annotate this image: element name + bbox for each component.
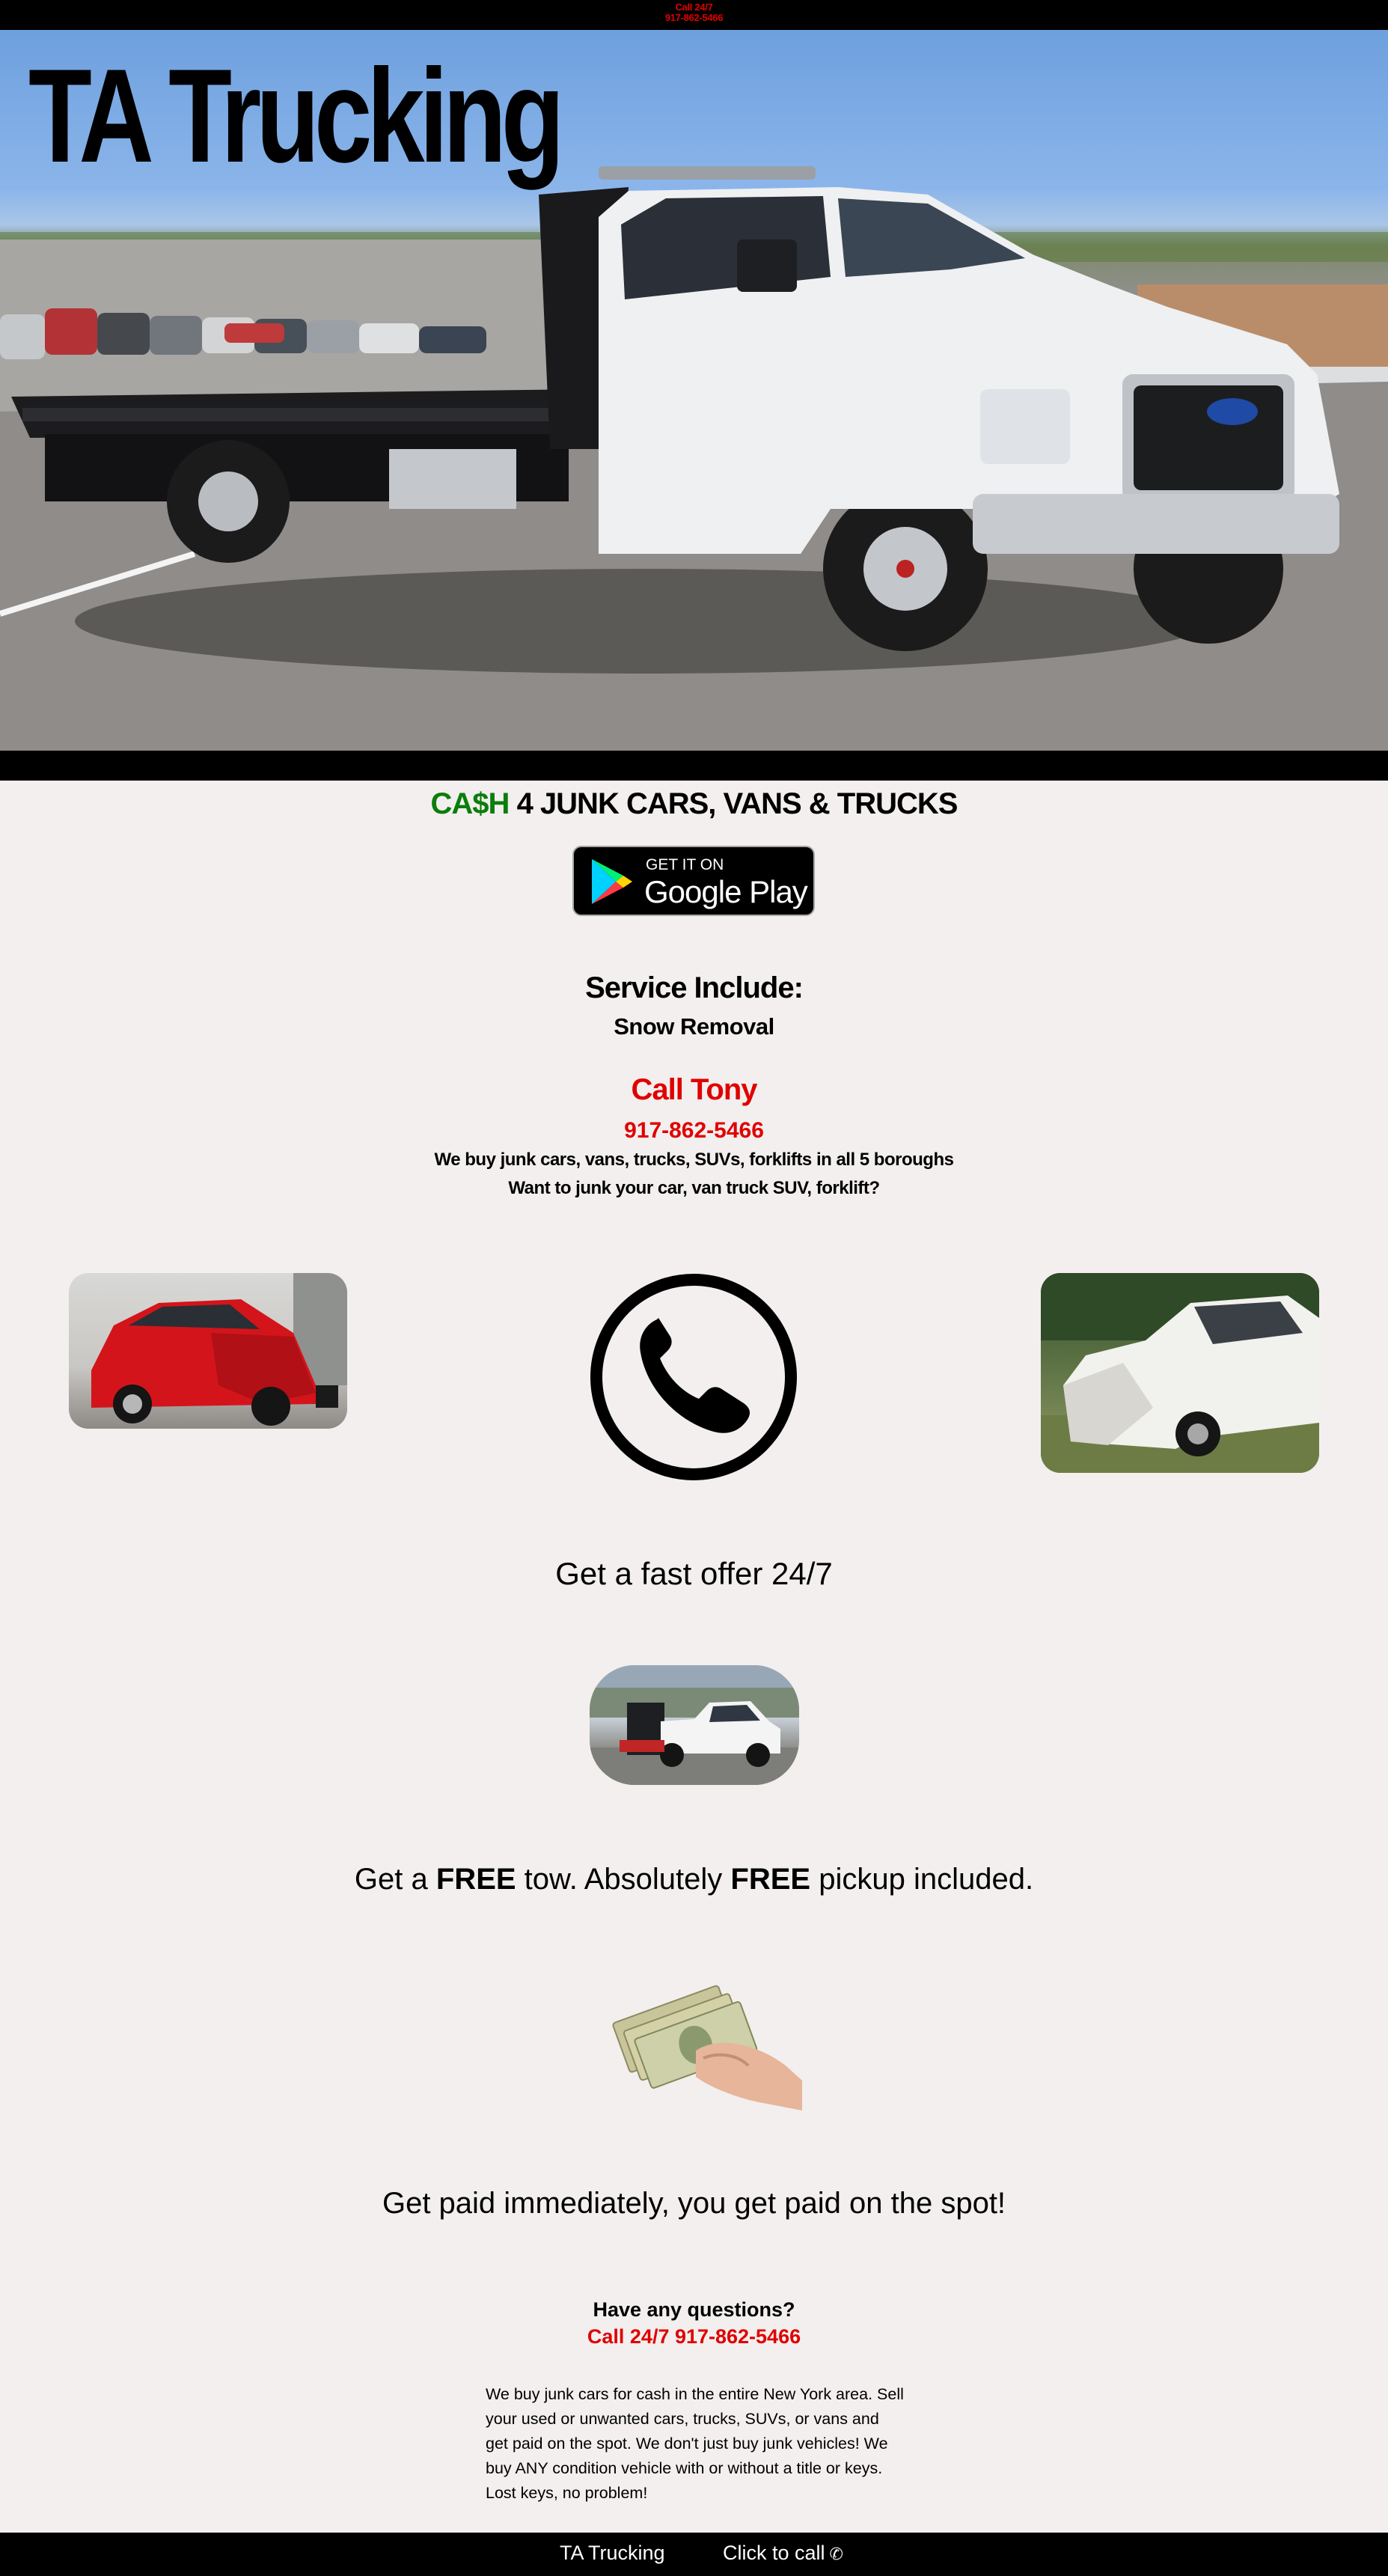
- free-tow-post: pickup included.: [810, 1863, 1034, 1896]
- call-247-link[interactable]: Call 24/7 917-862-5466: [0, 2325, 1388, 2348]
- google-play-big-label: Google Play: [644, 874, 808, 909]
- cash-in-hand-image: [612, 1985, 802, 2110]
- bottom-bar: TA Trucking Click to call ✆: [0, 2533, 1388, 2576]
- hero-banner: TA Trucking: [0, 30, 1388, 751]
- google-play-icon: [592, 859, 632, 904]
- free-tow-mid: tow. Absolutely: [516, 1863, 731, 1896]
- cash-headline: CA$H 4 JUNK CARS, VANS & TRUCKS: [0, 787, 1388, 821]
- about-text: We buy junk cars for cash in the entire …: [486, 2385, 904, 2477]
- top-call-phone[interactable]: 917-862-5466: [0, 13, 1388, 23]
- bottom-brand[interactable]: TA Trucking: [560, 2542, 665, 2565]
- white-car-graphic: [1041, 1273, 1319, 1473]
- google-play-badge[interactable]: GET IT ON Google Play: [572, 846, 815, 916]
- headline-rest: 4 JUNK CARS, VANS & TRUCKS: [516, 787, 959, 820]
- wrecked-white-car-image: [1041, 1273, 1319, 1473]
- junk-question: Want to junk your car, van truck SUV, fo…: [508, 1178, 880, 1198]
- tow-truck-image: [590, 1665, 799, 1785]
- top-call-bar[interactable]: Call 24/7 917-862-5466: [0, 0, 1388, 30]
- click-to-call-link[interactable]: Click to call ✆: [723, 2542, 843, 2565]
- about-lost-keys: Lost keys, no problem!: [486, 2484, 648, 2502]
- questions-heading: Have any questions?: [593, 2298, 795, 2321]
- about-paragraph: We buy junk cars for cash in the entire …: [486, 2382, 905, 2506]
- phone-icon: ✆: [829, 2545, 843, 2563]
- top-call-label: Call 24/7: [675, 1, 713, 13]
- site-title[interactable]: TA Trucking: [28, 49, 565, 183]
- paid-text: Get paid immediately, you get paid on th…: [382, 2187, 1006, 2220]
- free-tow-text: Get a FREE tow. Absolutely FREE pickup i…: [0, 1863, 1388, 1896]
- hero-bottom-strip: [0, 751, 1388, 781]
- free-word-1: FREE: [435, 1863, 516, 1896]
- buy-description: We buy junk cars, vans, trucks, SUVs, fo…: [434, 1150, 954, 1170]
- call-tony-heading[interactable]: Call Tony: [0, 1073, 1388, 1107]
- wrecked-red-car-image: [69, 1273, 347, 1429]
- services-title: Service Include:: [585, 971, 804, 1004]
- google-play-small-label: GET IT ON: [646, 856, 724, 873]
- click-to-call-label: Click to call: [723, 2542, 825, 2564]
- service-item: Snow Removal: [614, 1013, 774, 1040]
- free-tow-pre: Get a: [354, 1863, 436, 1896]
- red-car-graphic: [91, 1273, 347, 1426]
- tow-truck-graphic: [590, 1665, 799, 1785]
- cash-word: CA$H: [430, 787, 510, 820]
- free-word-2: FREE: [730, 1863, 811, 1896]
- phone-icon[interactable]: [588, 1272, 799, 1483]
- call-phone-link[interactable]: 917-862-5466: [0, 1118, 1388, 1144]
- fast-offer-text: Get a fast offer 24/7: [555, 1556, 833, 1591]
